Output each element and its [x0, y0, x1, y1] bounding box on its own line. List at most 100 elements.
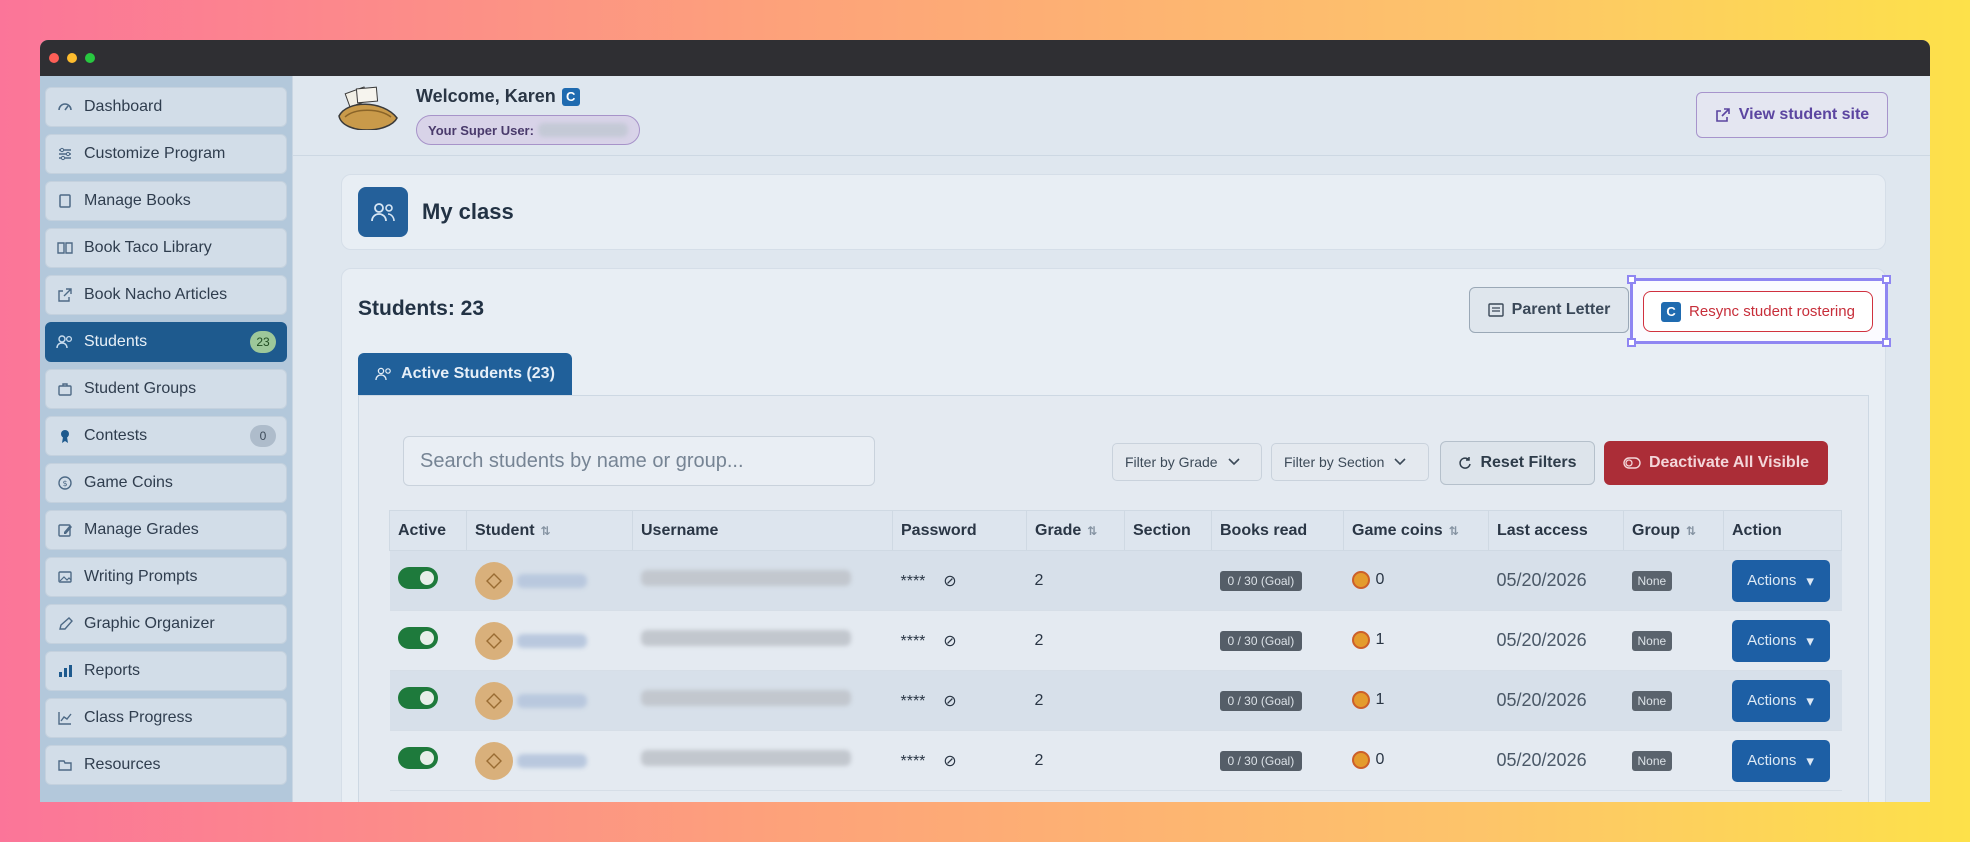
- table-row: **** ⊘ 2 0 / 30 (Goal) 0 05/20/2026 None…: [389, 730, 1842, 791]
- search-input[interactable]: Search students by name or group...: [403, 436, 875, 486]
- header-label: Action: [1732, 521, 1782, 539]
- folder-icon: [56, 756, 74, 774]
- column-header-grade[interactable]: Grade ⇅: [1026, 510, 1125, 551]
- gauge-icon: [56, 98, 74, 116]
- sidebar-item-reports[interactable]: Reports: [45, 651, 287, 691]
- sidebar-item-manage-grades[interactable]: Manage Grades: [45, 510, 287, 550]
- tab-active-students[interactable]: Active Students (23): [358, 353, 572, 395]
- sort-icon[interactable]: ⇅: [541, 524, 551, 538]
- caret-down-icon: ▾: [1806, 632, 1814, 650]
- column-header-student[interactable]: Student ⇅: [466, 510, 633, 551]
- filter-grade-label: Filter by Grade: [1125, 454, 1218, 470]
- sidebar-item-label: Students: [84, 333, 148, 350]
- active-toggle[interactable]: [397, 567, 438, 589]
- sidebar-item-book-taco-library[interactable]: Book Taco Library: [45, 228, 287, 268]
- deactivate-label: Deactivate All Visible: [1648, 454, 1810, 471]
- students-table: Active Student ⇅ Username Password Grade ⇅…: [389, 510, 1842, 791]
- column-header-game-coins[interactable]: Game coins ⇅: [1343, 510, 1489, 551]
- sidebar-item-label: Contests: [84, 427, 148, 444]
- parent-letter-label: Parent Letter: [1511, 301, 1611, 318]
- view-student-site-label: View student site: [1738, 106, 1870, 123]
- sliders-icon: [56, 145, 74, 163]
- coin-icon: [1351, 751, 1370, 770]
- window-titlebar: [40, 40, 1930, 76]
- eye-slash-icon[interactable]: ⊘: [943, 633, 956, 650]
- parent-letter-button[interactable]: Parent Letter: [1469, 287, 1629, 333]
- eye-slash-icon[interactable]: ⊘: [943, 693, 956, 710]
- eye-slash-icon[interactable]: ⊘: [943, 573, 956, 590]
- filter-by-section-select[interactable]: Filter by Section: [1271, 443, 1429, 481]
- sort-icon[interactable]: ⇅: [1686, 524, 1696, 538]
- sidebar-item-writing-prompts[interactable]: Writing Prompts: [45, 557, 287, 597]
- section-cell: [1124, 610, 1212, 671]
- header-label: Books read: [1220, 521, 1308, 539]
- minimize-window-icon[interactable]: [67, 53, 77, 63]
- sidebar-item-customize-program[interactable]: Customize Program: [45, 134, 287, 174]
- username-cell: [632, 670, 893, 731]
- active-toggle[interactable]: [397, 687, 438, 709]
- sidebar-item-dashboard[interactable]: Dashboard: [45, 87, 287, 127]
- close-window-icon[interactable]: [49, 53, 59, 63]
- actions-dropdown-button[interactable]: Actions ▾: [1731, 739, 1830, 782]
- column-header-group[interactable]: Group ⇅: [1623, 510, 1724, 551]
- sidebar-item-manage-books[interactable]: Manage Books: [45, 181, 287, 221]
- super-user-label: Your Super User:: [428, 122, 534, 138]
- sidebar-item-game-coins[interactable]: $ Game Coins: [45, 463, 287, 503]
- sidebar-item-class-progress[interactable]: Class Progress: [45, 698, 287, 738]
- top-header: Welcome, Karen C Your Super User: View s…: [293, 76, 1930, 156]
- sidebar-item-label: Manage Books: [84, 192, 191, 209]
- welcome-heading: Welcome, Karen C: [416, 86, 580, 107]
- password-cell: **** ⊘: [892, 550, 1027, 611]
- app-window: Dashboard Customize Program Manage Books…: [40, 40, 1930, 802]
- filter-by-grade-select[interactable]: Filter by Grade: [1112, 443, 1262, 481]
- reset-filters-button[interactable]: Reset Filters: [1440, 441, 1595, 485]
- contests-count-badge: 0: [250, 425, 276, 447]
- header-label: Section: [1133, 521, 1191, 539]
- ribbon-icon: [56, 427, 74, 445]
- maximize-window-icon[interactable]: [85, 53, 95, 63]
- sort-icon[interactable]: ⇅: [1449, 524, 1459, 538]
- actions-dropdown-button[interactable]: Actions ▾: [1731, 679, 1830, 722]
- view-student-site-button[interactable]: View student site: [1696, 92, 1888, 138]
- column-header-last-access: Last access: [1488, 510, 1624, 551]
- svg-text:$: $: [62, 479, 67, 488]
- sidebar-item-label: Game Coins: [84, 474, 173, 491]
- sort-icon[interactable]: ⇅: [1087, 524, 1097, 538]
- actions-dropdown-button[interactable]: Actions ▾: [1731, 619, 1830, 662]
- password-mask: ****: [900, 692, 926, 710]
- avatar: [474, 741, 513, 780]
- last-access-cell: 05/20/2026: [1488, 550, 1624, 611]
- active-cell: [389, 730, 467, 791]
- actions-dropdown-button[interactable]: Actions ▾: [1731, 559, 1830, 602]
- coin-icon: [1351, 571, 1370, 590]
- coin-icon: $: [56, 474, 74, 492]
- table-header-row: Active Student ⇅ Username Password Grade ⇅…: [389, 510, 1842, 551]
- highlight-corner: [1627, 338, 1636, 347]
- sidebar-item-student-groups[interactable]: Student Groups: [45, 369, 287, 409]
- document-icon: [1487, 303, 1504, 317]
- username-cell: [632, 730, 893, 791]
- coin-icon: [1351, 691, 1370, 710]
- student-cell: [466, 550, 633, 611]
- password-cell: **** ⊘: [892, 670, 1027, 731]
- sidebar-item-resources[interactable]: Resources: [45, 745, 287, 785]
- resync-student-rostering-button[interactable]: C Resync student rostering: [1643, 291, 1873, 332]
- header-label: Student: [475, 521, 535, 539]
- active-toggle[interactable]: [397, 627, 438, 649]
- eye-slash-icon[interactable]: ⊘: [943, 753, 956, 770]
- sidebar-item-graphic-organizer[interactable]: Graphic Organizer: [45, 604, 287, 644]
- books-goal-badge: 0 / 30 (Goal): [1219, 690, 1303, 711]
- sidebar-item-book-nacho-articles[interactable]: Book Nacho Articles: [45, 275, 287, 315]
- sidebar-item-label: Manage Grades: [84, 521, 199, 538]
- students-panel: Search students by name or group... Filt…: [358, 395, 1869, 802]
- sidebar-item-students[interactable]: Students 23: [45, 322, 287, 362]
- action-cell: Actions ▾: [1723, 730, 1842, 791]
- deactivate-all-visible-button[interactable]: Deactivate All Visible: [1604, 441, 1828, 485]
- books-goal-badge: 0 / 30 (Goal): [1219, 750, 1303, 771]
- active-toggle[interactable]: [397, 747, 438, 769]
- student-name-redacted: [516, 573, 587, 588]
- chevron-down-icon: [1228, 458, 1240, 466]
- last-access-cell: 05/20/2026: [1488, 670, 1624, 731]
- sidebar-item-contests[interactable]: Contests 0: [45, 416, 287, 456]
- chevron-down-icon: [1394, 458, 1406, 466]
